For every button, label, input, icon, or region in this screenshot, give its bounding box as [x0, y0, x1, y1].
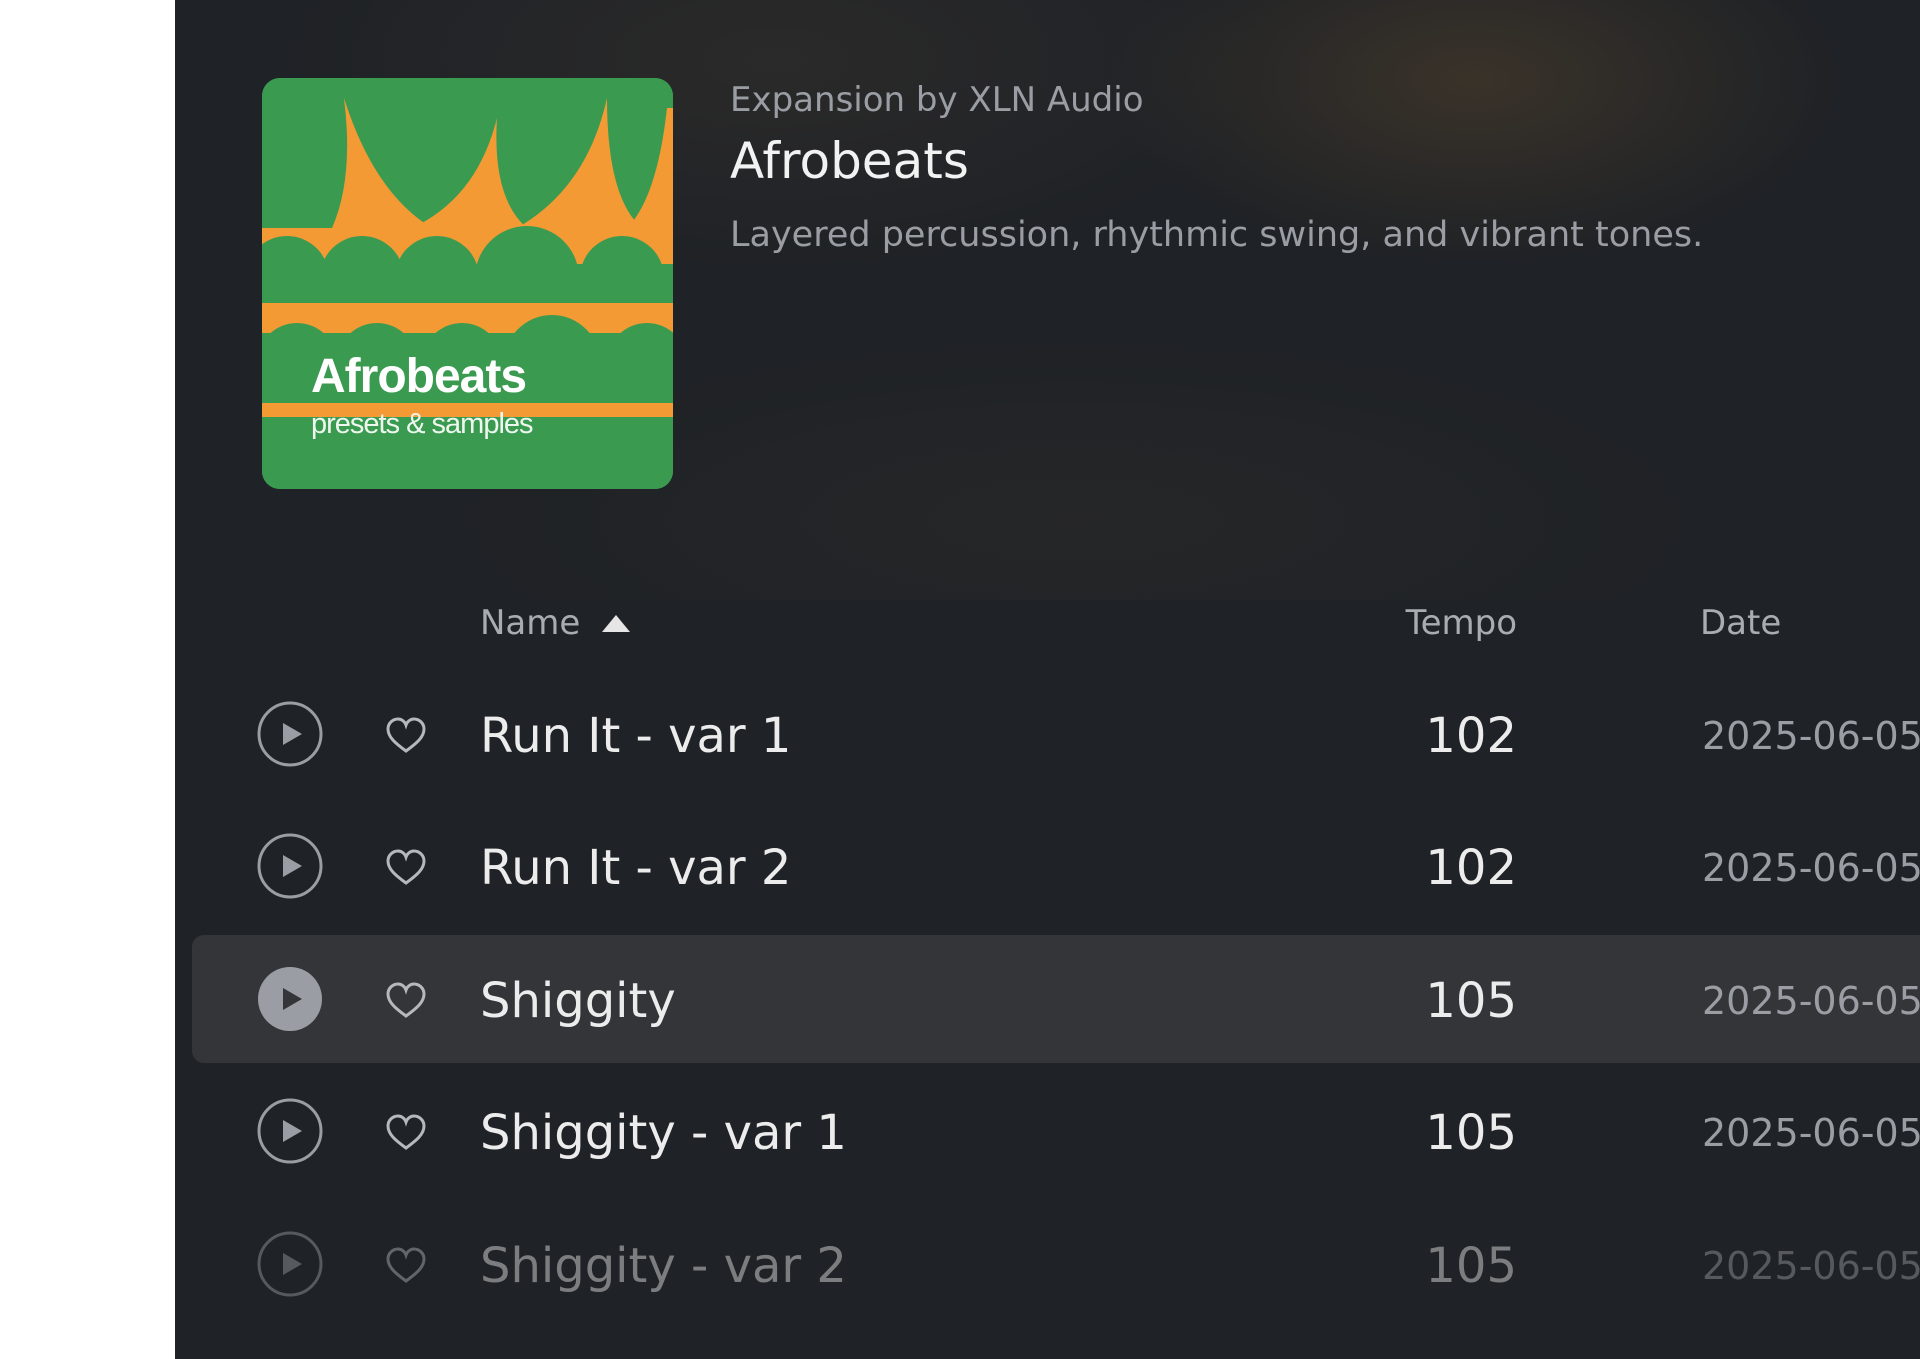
- row-date: 2025-06-05: [1702, 714, 1920, 758]
- heart-icon[interactable]: [385, 981, 427, 1019]
- play-icon[interactable]: [257, 701, 323, 767]
- table-row[interactable]: Shiggity - var 1 105 2025-06-05: [192, 1067, 1920, 1195]
- expansion-cover-art: Afrobeats presets & samples: [262, 78, 673, 489]
- row-date: 2025-06-05: [1702, 1111, 1920, 1155]
- column-header-date[interactable]: Date: [1700, 603, 1781, 643]
- row-date: 2025-06-05: [1702, 1244, 1920, 1288]
- heart-icon[interactable]: [385, 848, 427, 886]
- cover-subtitle: presets & samples: [311, 408, 534, 440]
- play-icon[interactable]: [257, 1231, 323, 1297]
- row-name: Run It - var 2: [480, 840, 792, 896]
- table-row[interactable]: Shiggity - var 2 105 2025-06-05: [192, 1200, 1920, 1328]
- expansion-panel: Afrobeats presets & samples Expansion by…: [175, 0, 1920, 1359]
- row-date: 2025-06-05: [1702, 846, 1920, 890]
- row-name: Run It - var 1: [480, 708, 792, 764]
- row-name: Shiggity - var 2: [480, 1238, 847, 1294]
- sort-ascending-icon[interactable]: [602, 615, 630, 632]
- play-icon[interactable]: [257, 1098, 323, 1164]
- heart-icon[interactable]: [385, 1113, 427, 1151]
- table-row[interactable]: Run It - var 2 102 2025-06-05: [192, 802, 1920, 930]
- row-name: Shiggity - var 1: [480, 1105, 847, 1161]
- column-header-tempo[interactable]: Tempo: [1397, 603, 1517, 643]
- column-header-name[interactable]: Name: [480, 603, 580, 643]
- row-tempo: 105: [1425, 973, 1517, 1029]
- row-date: 2025-06-05: [1702, 979, 1920, 1023]
- row-tempo: 105: [1425, 1238, 1517, 1294]
- table-row-selected[interactable]: Shiggity 105 2025-06-05: [192, 935, 1920, 1063]
- play-icon[interactable]: [257, 966, 323, 1032]
- play-icon[interactable]: [257, 833, 323, 899]
- heart-icon[interactable]: [385, 1246, 427, 1284]
- row-name: Shiggity: [480, 973, 676, 1029]
- row-tempo: 105: [1425, 1105, 1517, 1161]
- table-row[interactable]: Run It - var 1 102 2025-06-05: [192, 670, 1920, 798]
- expansion-description: Layered percussion, rhythmic swing, and …: [730, 215, 1704, 255]
- expansion-title: Afrobeats: [730, 132, 969, 190]
- heart-icon[interactable]: [385, 716, 427, 754]
- row-tempo: 102: [1425, 708, 1517, 764]
- cover-title: Afrobeats: [311, 350, 527, 403]
- row-tempo: 102: [1425, 840, 1517, 896]
- expansion-byline: Expansion by XLN Audio: [730, 80, 1144, 120]
